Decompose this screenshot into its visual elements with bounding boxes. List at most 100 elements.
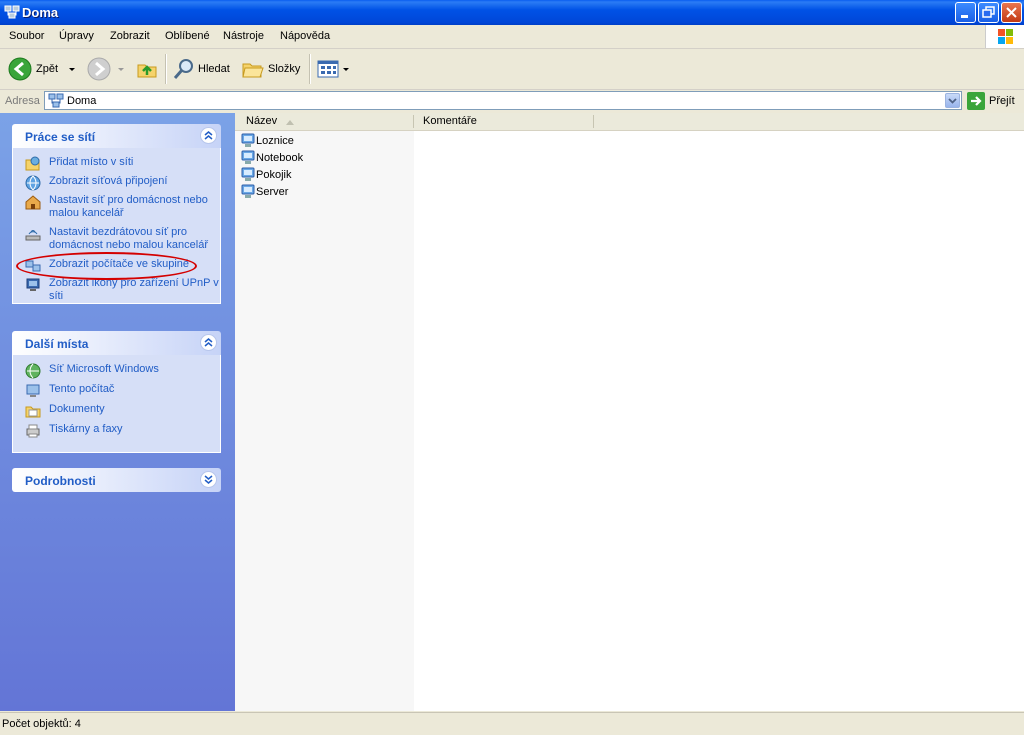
- place-label: Dokumenty: [49, 403, 105, 415]
- task-label: Přidat místo v síti: [49, 156, 134, 168]
- other-places-title: Další místa: [25, 337, 89, 351]
- task-label: Nastavit bezdrátovou síť pro domácnost n…: [49, 226, 208, 251]
- item-label: Loznice: [256, 135, 294, 147]
- views-icon: [317, 60, 339, 78]
- forward-arrow-icon: [87, 57, 111, 81]
- upnp-device-icon: [26, 278, 40, 291]
- add-network-place-icon: [25, 156, 40, 171]
- network-tasks-body: Přidat místo v síti Zobrazit síťová přip…: [12, 148, 221, 304]
- go-label: Přejít: [989, 95, 1015, 107]
- toolbar-separator: [165, 54, 167, 84]
- other-places-body: Síť Microsoft Windows Tento počítač Doku…: [12, 355, 221, 453]
- network-tasks-title: Práce se sítí: [25, 130, 96, 144]
- folders-icon: [242, 63, 264, 78]
- back-button[interactable]: Zpět: [8, 57, 78, 81]
- up-folder-button[interactable]: [135, 57, 159, 81]
- window-title: Doma: [22, 5, 59, 20]
- place-label: Tento počítač: [49, 383, 115, 395]
- network-folder-icon: [4, 5, 20, 19]
- minimize-button[interactable]: [955, 2, 976, 23]
- chevron-down-icon[interactable]: [117, 57, 125, 81]
- task-add-network-place[interactable]: Přidat místo v síti: [13, 156, 220, 171]
- search-button[interactable]: Hledat: [172, 57, 234, 81]
- back-label: Zpět: [36, 63, 59, 75]
- search-label: Hledat: [198, 63, 230, 75]
- go-arrow-icon: [967, 92, 985, 110]
- item-label: Server: [256, 186, 289, 198]
- back-arrow-icon: [8, 57, 32, 81]
- address-dropdown-button[interactable]: [945, 93, 960, 108]
- task-label: Nastavit síť pro domácnost nebo malou ka…: [49, 194, 208, 219]
- sorted-column-shade: [235, 131, 414, 711]
- task-view-network-connections[interactable]: Zobrazit síťová připojení: [13, 175, 220, 191]
- toolbar: Zpět Hledat Složky: [0, 49, 1024, 90]
- restore-icon: [982, 6, 995, 18]
- folders-button[interactable]: Složky: [241, 57, 303, 81]
- task-show-upnp-icons[interactable]: Zobrazit ikony pro zařízení UPnP v síti: [13, 277, 220, 303]
- network-folder-icon: [48, 93, 64, 108]
- chevron-down-icon[interactable]: [342, 57, 350, 81]
- computer-icon: [241, 133, 255, 147]
- details-title: Podrobnosti: [25, 474, 96, 488]
- column-divider[interactable]: [413, 115, 414, 128]
- menu-view[interactable]: Zobrazit: [110, 30, 150, 42]
- title-bar[interactable]: Doma: [0, 0, 1024, 25]
- home-network-icon: [25, 195, 41, 210]
- details-panel: Podrobnosti: [12, 468, 221, 492]
- views-button[interactable]: [316, 57, 352, 81]
- task-setup-wireless-network[interactable]: Nastavit bezdrátovou síť pro domácnost n…: [13, 226, 220, 252]
- place-documents[interactable]: Dokumenty: [13, 403, 220, 418]
- chevron-down-icon: [948, 98, 957, 104]
- menu-help[interactable]: Nápověda: [280, 30, 330, 42]
- task-label: Zobrazit síťová připojení: [49, 175, 168, 187]
- computer-icon: [241, 150, 255, 164]
- menu-edit[interactable]: Úpravy: [59, 30, 94, 42]
- collapse-button[interactable]: [200, 334, 217, 351]
- column-header-comments[interactable]: Komentáře: [423, 115, 477, 127]
- network-tasks-header[interactable]: Práce se sítí: [12, 124, 221, 148]
- other-places-header[interactable]: Další místa: [12, 331, 221, 355]
- column-divider[interactable]: [593, 115, 594, 128]
- up-folder-icon: [137, 64, 157, 78]
- place-label: Síť Microsoft Windows: [49, 363, 159, 375]
- wireless-network-icon: [25, 230, 41, 241]
- address-bar: Adresa Doma Přejít: [0, 90, 1024, 112]
- chevron-up-double-icon: [204, 131, 213, 140]
- close-icon: [1006, 7, 1017, 18]
- file-list-view[interactable]: Název Komentáře Loznice Notebook Pokojik…: [235, 113, 1024, 711]
- printer-icon: [26, 424, 40, 438]
- status-bar: Počet objektů: 4: [0, 712, 1024, 735]
- computer-icon: [241, 167, 255, 181]
- globe-network-icon: [25, 363, 41, 379]
- collapse-button[interactable]: [200, 127, 217, 144]
- restore-button[interactable]: [978, 2, 999, 23]
- task-label: Zobrazit ikony pro zařízení UPnP v síti: [49, 277, 219, 302]
- search-icon: [173, 59, 193, 79]
- close-button[interactable]: [1001, 2, 1022, 23]
- folders-label: Složky: [268, 63, 301, 75]
- place-printers-faxes[interactable]: Tiskárny a faxy: [13, 423, 220, 438]
- forward-button[interactable]: [87, 57, 127, 81]
- address-value: Doma: [67, 95, 97, 107]
- address-label: Adresa: [5, 95, 40, 107]
- address-input[interactable]: Doma: [44, 91, 962, 110]
- menu-tools[interactable]: Nástroje: [223, 30, 264, 42]
- place-microsoft-windows-network[interactable]: Síť Microsoft Windows: [13, 363, 220, 379]
- menu-file[interactable]: Soubor: [9, 30, 44, 42]
- sort-ascending-icon: [286, 120, 294, 125]
- menu-bar: Soubor Úpravy Zobrazit Oblíbené Nástroje…: [0, 25, 1024, 49]
- chevron-up-double-icon: [204, 338, 213, 347]
- computer-icon: [26, 384, 40, 397]
- chevron-down-icon[interactable]: [68, 57, 76, 81]
- details-header[interactable]: Podrobnosti: [12, 468, 221, 492]
- column-header-name[interactable]: Název: [246, 115, 277, 127]
- menu-favorites[interactable]: Oblíbené: [165, 30, 210, 42]
- status-text: Počet objektů: 4: [2, 718, 81, 730]
- task-setup-home-network[interactable]: Nastavit síť pro domácnost nebo malou ka…: [13, 194, 220, 220]
- other-places-panel: Další místa Síť Microsoft Windows Tento …: [12, 331, 221, 453]
- expand-button[interactable]: [200, 471, 217, 488]
- chevron-down-double-icon: [204, 475, 213, 484]
- place-my-computer[interactable]: Tento počítač: [13, 383, 220, 397]
- windows-flag-icon: [998, 29, 1013, 44]
- place-label: Tiskárny a faxy: [49, 423, 123, 435]
